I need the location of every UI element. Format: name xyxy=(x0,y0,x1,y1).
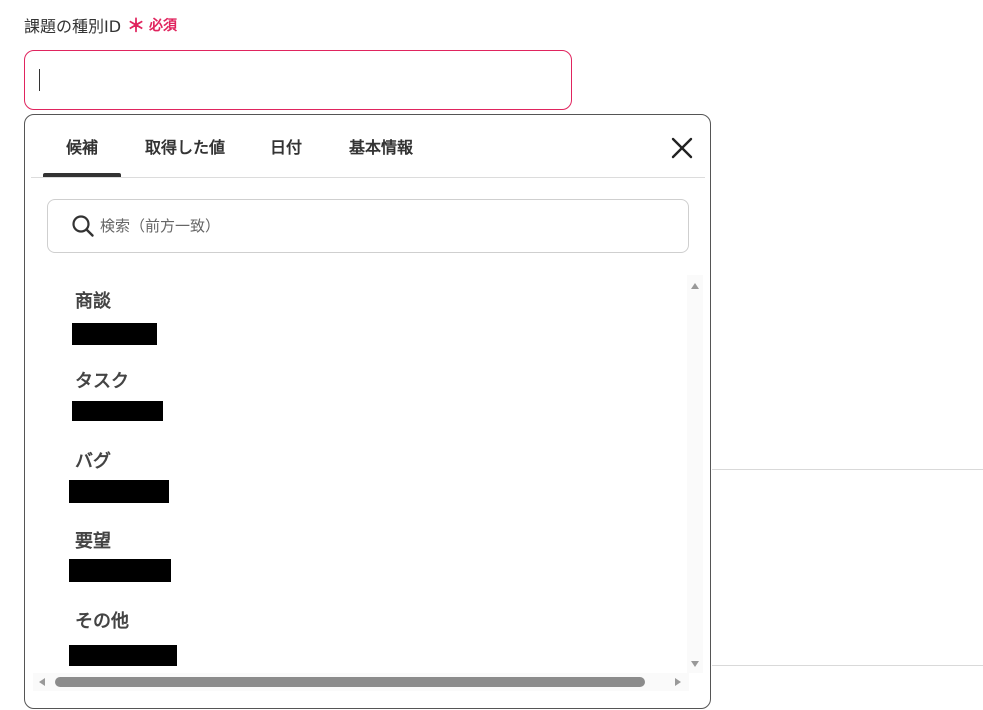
close-button[interactable] xyxy=(667,133,697,163)
redacted-block xyxy=(69,645,177,666)
scroll-right-arrow-icon[interactable] xyxy=(675,678,681,686)
search-icon xyxy=(72,215,94,237)
tab-candidates[interactable]: 候補 xyxy=(43,115,121,177)
list-item[interactable]: バグ xyxy=(47,435,667,505)
list-item[interactable]: 要望 xyxy=(47,515,667,585)
close-icon xyxy=(671,137,693,159)
required-badge: 必須 xyxy=(149,18,178,34)
list-item-label: バグ xyxy=(75,451,111,472)
tab-basic-info[interactable]: 基本情報 xyxy=(337,115,425,177)
tab-date[interactable]: 日付 xyxy=(259,115,313,177)
field-label: 課題の種別ID ＊ 必須 xyxy=(24,12,177,38)
list-item[interactable]: タスク xyxy=(47,355,667,425)
search-box xyxy=(47,199,689,253)
redacted-block xyxy=(72,401,163,421)
scroll-left-arrow-icon[interactable] xyxy=(39,678,45,686)
field-label-text: 課題の種別ID xyxy=(24,17,122,36)
issue-type-id-input[interactable] xyxy=(24,50,572,110)
redacted-block xyxy=(69,480,169,503)
picker-tabs: 候補 取得した値 日付 基本情報 xyxy=(31,115,705,178)
page: 課題の種別ID ＊ 必須 候補 取得した値 日付 基本情報 検索（前方一致） 商… xyxy=(0,0,983,710)
list-item-label: 要望 xyxy=(75,531,111,552)
search-input[interactable] xyxy=(100,200,660,252)
tab-label: 取得した値 xyxy=(144,138,225,157)
tab-retrieved-values[interactable]: 取得した値 xyxy=(131,115,239,177)
list-item-label: 商談 xyxy=(75,291,111,312)
value-picker-popup: 候補 取得した値 日付 基本情報 検索（前方一致） 商談 タスク バグ 要望 そ… xyxy=(24,114,711,709)
list-item-label: タスク xyxy=(75,371,129,392)
tab-label: 候補 xyxy=(65,138,98,157)
background-divider xyxy=(712,665,983,666)
list-item[interactable]: 商談 xyxy=(47,275,667,345)
scrollbar-thumb[interactable] xyxy=(55,677,645,687)
required-asterisk-icon: ＊ xyxy=(127,16,146,37)
tab-label: 基本情報 xyxy=(348,138,413,157)
tab-label: 日付 xyxy=(269,138,302,157)
redacted-block xyxy=(69,559,171,582)
vertical-scrollbar[interactable] xyxy=(687,275,703,673)
candidate-list: 商談 タスク バグ 要望 その他 xyxy=(47,275,687,673)
list-item[interactable]: その他 xyxy=(47,595,667,666)
background-divider xyxy=(712,469,983,470)
list-item-label: その他 xyxy=(75,611,129,632)
horizontal-scrollbar[interactable] xyxy=(33,673,689,691)
text-caret xyxy=(39,69,40,91)
scroll-up-arrow-icon[interactable] xyxy=(691,283,699,289)
redacted-block xyxy=(72,323,157,345)
scroll-down-arrow-icon[interactable] xyxy=(691,661,699,667)
